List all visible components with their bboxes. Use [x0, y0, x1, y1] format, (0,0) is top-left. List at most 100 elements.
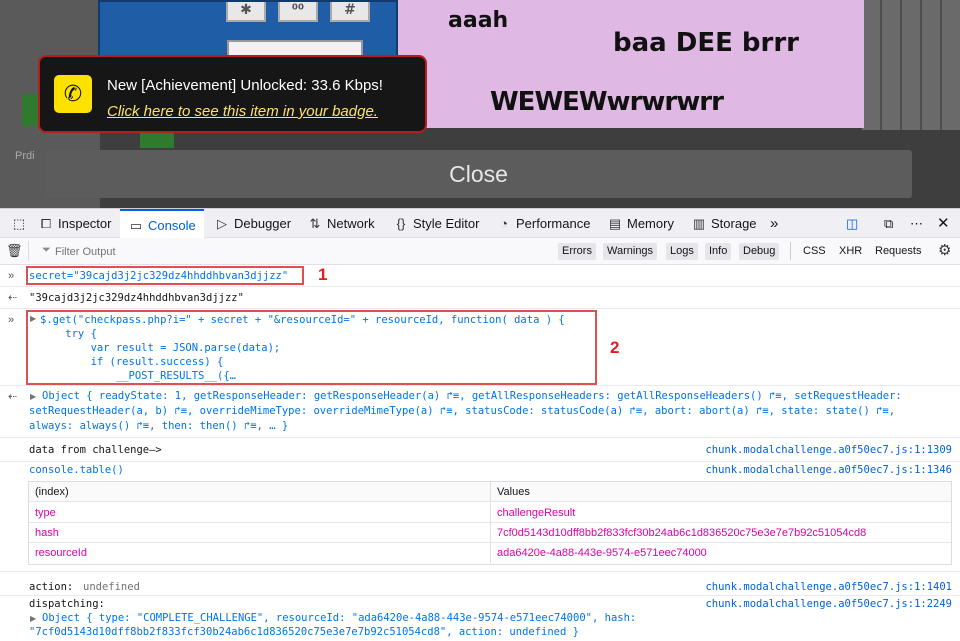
tab-style-editor[interactable]: {} Style Editor — [393, 209, 480, 238]
object-preview[interactable]: Object { type: "COMPLETE_CHALLENGE", res… — [42, 612, 636, 624]
console-output-row: ⇠ "39cajd3j2jc329dz4hhddhbvan3djjzz" — [0, 287, 960, 309]
style-editor-icon: {} — [396, 216, 406, 231]
tab-label: Style Editor — [413, 216, 480, 231]
object-preview[interactable]: Object { readyState: 1, getResponseHeade… — [42, 390, 902, 402]
storage-icon: ▥ — [692, 216, 706, 231]
table-header: (index) — [29, 482, 491, 502]
table-cell-value: 7cf0d5143d10dff8bb2f833fcf30b24ab6c1d836… — [491, 523, 951, 543]
game-label: Prdi — [15, 150, 35, 162]
log-value: undefined — [83, 581, 140, 593]
log-message: data from challenge—> — [29, 444, 162, 456]
phone-icon: ✆ — [54, 75, 92, 113]
filter-info-button[interactable]: Info — [705, 243, 732, 260]
tab-storage[interactable]: ▥ Storage — [691, 209, 757, 238]
object-preview[interactable]: "7cf0d5143d10dff8bb2f833fcf30b24ab6c1d83… — [29, 626, 579, 638]
phone-key: ✱ — [226, 2, 266, 22]
devtools-toolbar: ⬚ ⧠ Inspector ▭ Console ▷ Debugger ⇅ Network… — [0, 208, 960, 238]
tab-label: Inspector — [58, 216, 112, 231]
tab-network[interactable]: ⇅ Network — [307, 209, 375, 238]
note-line: aaah — [448, 8, 509, 33]
input-prompt-icon: » — [8, 314, 15, 326]
network-icon: ⇅ — [309, 216, 321, 231]
tab-debugger[interactable]: ▷ Debugger — [214, 209, 291, 238]
console-log-row: dispatching: chunk.modalchallenge.a0f50e… — [0, 596, 960, 641]
object-preview[interactable]: setRequestHeader(a, b) ↱≡, overrideMimeT… — [29, 405, 895, 417]
tab-performance[interactable]: ◔ Performance — [496, 209, 590, 238]
tab-memory[interactable]: ▤ Memory — [607, 209, 674, 238]
filter-warnings-button[interactable]: Warnings — [603, 243, 658, 260]
console-filter-bar: 🗑 ⏷ Errors Warnings Logs Info Debug CSS … — [0, 238, 960, 265]
handwritten-note: aaah baa DEE brrr WEWEWwrwrwrr — [398, 0, 864, 128]
filter-icon: ⏷ — [42, 244, 51, 256]
table-cell-key: resourceId — [29, 543, 491, 563]
close-devtools-icon[interactable]: ✕ — [937, 209, 950, 238]
source-link[interactable]: chunk.modalchallenge.a0f50ec7.js:1:1401 — [705, 581, 952, 593]
tab-label: Network — [327, 216, 375, 231]
game-object — [140, 132, 174, 148]
console-table: (index) Values type challengeResult hash… — [28, 481, 952, 565]
tab-label: Memory — [627, 216, 674, 231]
marker-label: 1 — [318, 265, 328, 284]
log-message: console.table() — [29, 464, 124, 476]
filter-xhr-button[interactable]: XHR — [839, 243, 862, 260]
filter-errors-button[interactable]: Errors — [558, 243, 596, 260]
table-cell-key: type — [29, 503, 491, 523]
tab-label: Debugger — [234, 216, 292, 231]
console-result[interactable]: "39cajd3j2jc329dz4hhddhbvan3djjzz" — [29, 292, 244, 304]
wall-right — [862, 0, 960, 130]
output-arrow-icon: ⇠ — [8, 292, 18, 304]
gear-icon[interactable]: ⚙ — [938, 241, 951, 259]
pick-element-icon[interactable]: ⬚ — [8, 209, 30, 238]
badge-link[interactable]: Click here to see this item in your badg… — [107, 103, 378, 120]
expand-arrow-icon[interactable]: ▶ — [30, 392, 36, 401]
table-cell-key: hash — [29, 523, 491, 543]
dock-icon[interactable]: ◫ — [846, 209, 858, 238]
filter-logs-button[interactable]: Logs — [666, 243, 698, 260]
object-preview[interactable]: always: always() ↱≡, then: then() ↱≡, … … — [29, 420, 288, 432]
tab-label: Console — [148, 218, 196, 233]
table-header: Values — [491, 482, 951, 502]
console-log-row: data from challenge—> chunk.modalchallen… — [0, 438, 960, 462]
memory-icon: ▤ — [608, 216, 622, 231]
toast-title: New [Achievement] Unlocked: 33.6 Kbps! — [107, 77, 383, 94]
highlight-box — [26, 310, 597, 385]
game-object — [22, 94, 38, 126]
phone-key: # — [330, 2, 370, 22]
more-tabs-icon[interactable]: » — [770, 209, 778, 238]
note-line: baa DEE brrr — [613, 28, 799, 58]
tab-inspector[interactable]: ⧠ Inspector — [38, 209, 112, 238]
trash-icon[interactable]: 🗑 — [6, 243, 23, 259]
tab-label: Performance — [516, 216, 591, 231]
debugger-icon: ▷ — [217, 216, 227, 231]
game-area: ✱ ⁰⁰ # aaah baa DEE brrr WEWEWwrwrwrr Pr… — [0, 0, 960, 208]
log-label: action: — [29, 581, 74, 593]
filter-requests-button[interactable]: Requests — [875, 243, 921, 260]
log-label: dispatching: — [29, 598, 105, 610]
console-icon: ▭ — [129, 218, 143, 233]
expand-arrow-icon[interactable]: ▶ — [30, 614, 36, 623]
highlight-box — [26, 266, 304, 285]
console-log-row: action: undefined chunk.modalchallenge.a… — [0, 572, 960, 596]
source-link[interactable]: chunk.modalchallenge.a0f50ec7.js:1:1346 — [705, 464, 952, 476]
menu-icon[interactable]: ⋯ — [910, 209, 923, 238]
console-output-row: ⇠ ▶ Object { readyState: 1, getResponseH… — [0, 386, 960, 438]
filter-input[interactable] — [55, 243, 555, 261]
performance-icon: ◔ — [500, 216, 508, 231]
note-line: WEWEWwrwrwrr — [490, 87, 724, 117]
tab-console[interactable]: ▭ Console — [120, 209, 204, 238]
marker-label: 2 — [610, 338, 620, 357]
inspector-icon: ⧠ — [40, 216, 52, 231]
phone-key: ⁰⁰ — [278, 2, 318, 22]
source-link[interactable]: chunk.modalchallenge.a0f50ec7.js:1:1309 — [705, 444, 952, 456]
console-output: » secret="39cajd3j2jc329dz4hhddhbvan3djj… — [0, 265, 960, 641]
table-cell-value: challengeResult — [491, 503, 951, 523]
split-console-icon[interactable]: ⧉ — [884, 209, 893, 238]
table-cell-value: ada6420e-4a88-443e-9574-e571eec74000 — [497, 547, 707, 559]
filter-css-button[interactable]: CSS — [803, 243, 826, 260]
achievement-toast: ✆ New [Achievement] Unlocked: 33.6 Kbps!… — [38, 55, 427, 133]
output-arrow-icon: ⇠ — [8, 391, 18, 403]
tab-label: Storage — [711, 216, 757, 231]
filter-debug-button[interactable]: Debug — [739, 243, 780, 260]
source-link[interactable]: chunk.modalchallenge.a0f50ec7.js:1:2249 — [705, 598, 952, 610]
close-button[interactable]: Close — [45, 150, 912, 198]
